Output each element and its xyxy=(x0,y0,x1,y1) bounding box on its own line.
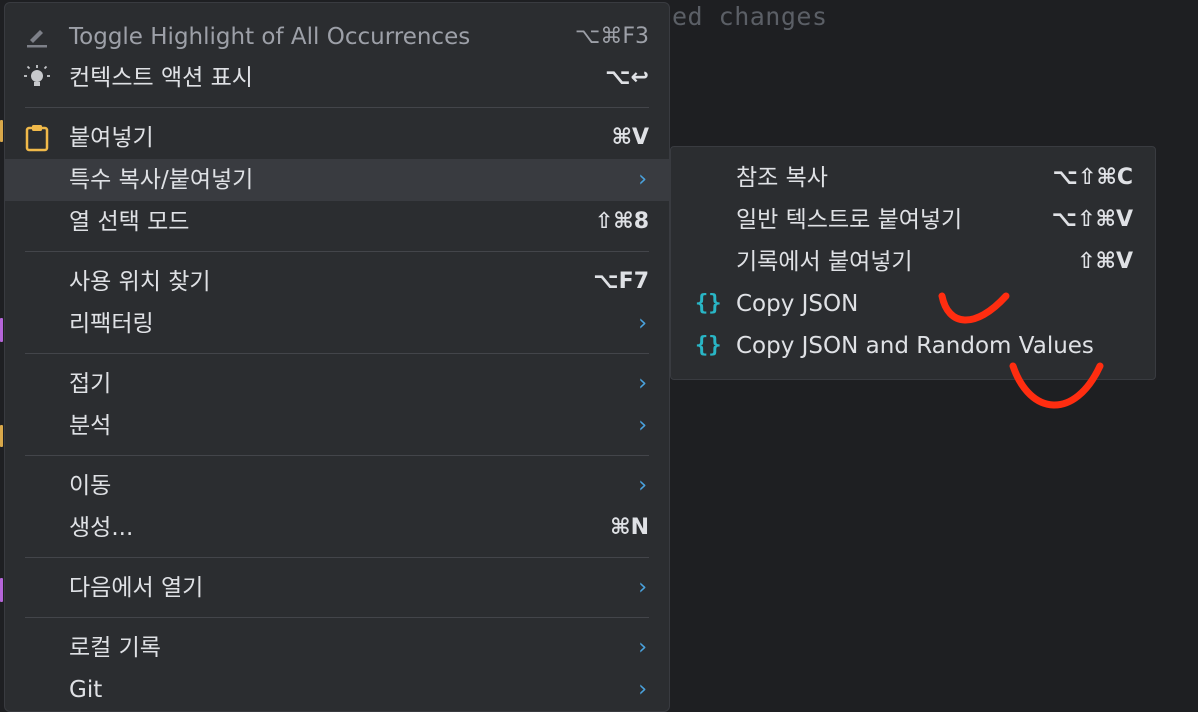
menu-item-label: 특수 복사/붙여넣기 xyxy=(69,167,254,193)
json-braces-icon: {} xyxy=(695,333,722,358)
menu-item-column-selection-mode[interactable]: 열 선택 모드 ⇧⌘8 xyxy=(5,201,669,243)
submenu-item-label: 참조 복사 xyxy=(736,165,828,191)
menu-item-label: 접기 xyxy=(69,371,112,397)
menu-separator xyxy=(25,107,649,108)
clipboard-icon xyxy=(23,124,51,152)
submenu-item-paste-from-history[interactable]: 기록에서 붙여넣기 ⇧⌘V xyxy=(671,241,1155,283)
submenu-item-label: Copy JSON xyxy=(736,291,859,317)
menu-item-paste[interactable]: 붙여넣기 ⌘V xyxy=(5,117,669,159)
menu-item-label: 열 선택 모드 xyxy=(69,209,190,235)
submenu-item-copy-json[interactable]: {} Copy JSON xyxy=(671,283,1155,325)
menu-item-show-context-actions[interactable]: 컨텍스트 액션 표시 ⌥↩ xyxy=(5,57,669,99)
menu-item-go-to[interactable]: 이동 › xyxy=(5,465,669,507)
chevron-right-icon: › xyxy=(638,167,647,192)
menu-separator xyxy=(25,251,649,252)
highlight-icon xyxy=(23,23,51,51)
menu-separator xyxy=(25,353,649,354)
submenu-item-copy-json-random-values[interactable]: {} Copy JSON and Random Values xyxy=(671,325,1155,367)
menu-item-find-usages[interactable]: 사용 위치 찾기 ⌥F7 xyxy=(5,261,669,303)
chevron-right-icon: › xyxy=(638,371,647,396)
submenu-item-label: 일반 텍스트로 붙여넣기 xyxy=(736,207,963,233)
menu-item-toggle-highlight[interactable]: Toggle Highlight of All Occurrences ⌥⌘F3 xyxy=(5,16,669,58)
menu-item-label: 다음에서 열기 xyxy=(69,575,204,601)
menu-item-analyze[interactable]: 분석 › xyxy=(5,405,669,447)
chevron-right-icon: › xyxy=(638,311,647,336)
editor-background-text: ed changes xyxy=(672,2,828,31)
submenu-item-shortcut: ⌥⇧⌘C xyxy=(1052,165,1133,190)
menu-item-local-history[interactable]: 로컬 기록 › xyxy=(5,627,669,669)
menu-item-shortcut: ⌘V xyxy=(611,125,649,150)
menu-item-label: 생성... xyxy=(69,515,134,541)
menu-item-git[interactable]: Git › xyxy=(5,669,669,711)
special-copy-paste-submenu: 참조 복사 ⌥⇧⌘C 일반 텍스트로 붙여넣기 ⌥⇧⌘V 기록에서 붙여넣기 ⇧… xyxy=(670,146,1156,380)
menu-item-shortcut: ⇧⌘8 xyxy=(594,209,649,234)
chevron-right-icon: › xyxy=(638,473,647,498)
menu-item-shortcut: ⌥↩ xyxy=(605,65,649,90)
menu-item-special-copy-paste[interactable]: 특수 복사/붙여넣기 › xyxy=(5,159,669,201)
submenu-item-shortcut: ⌥⇧⌘V xyxy=(1051,207,1133,232)
submenu-item-shortcut: ⇧⌘V xyxy=(1077,249,1133,274)
menu-item-label: 컨텍스트 액션 표시 xyxy=(69,65,253,91)
menu-item-shortcut: ⌥⌘F3 xyxy=(574,24,649,49)
submenu-item-label: 기록에서 붙여넣기 xyxy=(736,249,913,275)
menu-item-folding[interactable]: 접기 › xyxy=(5,363,669,405)
submenu-item-label: Copy JSON and Random Values xyxy=(736,333,1094,359)
menu-item-label: 로컬 기록 xyxy=(69,635,161,661)
chevron-right-icon: › xyxy=(638,635,647,660)
menu-item-refactor[interactable]: 리팩터링 › xyxy=(5,303,669,345)
chevron-right-icon: › xyxy=(638,575,647,600)
menu-item-label: 리팩터링 xyxy=(69,311,154,337)
menu-separator xyxy=(25,617,649,618)
menu-item-label: 사용 위치 찾기 xyxy=(69,269,211,295)
menu-item-shortcut: ⌥F7 xyxy=(593,269,649,294)
lightbulb-icon xyxy=(23,64,51,92)
menu-item-generate[interactable]: 생성... ⌘N xyxy=(5,507,669,549)
menu-item-label: 이동 xyxy=(69,473,112,499)
chevron-right-icon: › xyxy=(638,677,647,702)
menu-item-label: 분석 xyxy=(69,413,112,439)
json-braces-icon: {} xyxy=(695,291,722,316)
context-menu: Toggle Highlight of All Occurrences ⌥⌘F3… xyxy=(4,2,670,712)
menu-separator xyxy=(25,557,649,558)
menu-separator xyxy=(25,455,649,456)
menu-item-label: 붙여넣기 xyxy=(69,125,154,151)
submenu-item-paste-plain-text[interactable]: 일반 텍스트로 붙여넣기 ⌥⇧⌘V xyxy=(671,199,1155,241)
menu-item-open-in[interactable]: 다음에서 열기 › xyxy=(5,567,669,609)
menu-item-label: Git xyxy=(69,677,103,703)
menu-item-shortcut: ⌘N xyxy=(610,515,649,540)
submenu-item-copy-reference[interactable]: 참조 복사 ⌥⇧⌘C xyxy=(671,157,1155,199)
menu-item-label: Toggle Highlight of All Occurrences xyxy=(69,24,471,50)
chevron-right-icon: › xyxy=(638,413,647,438)
